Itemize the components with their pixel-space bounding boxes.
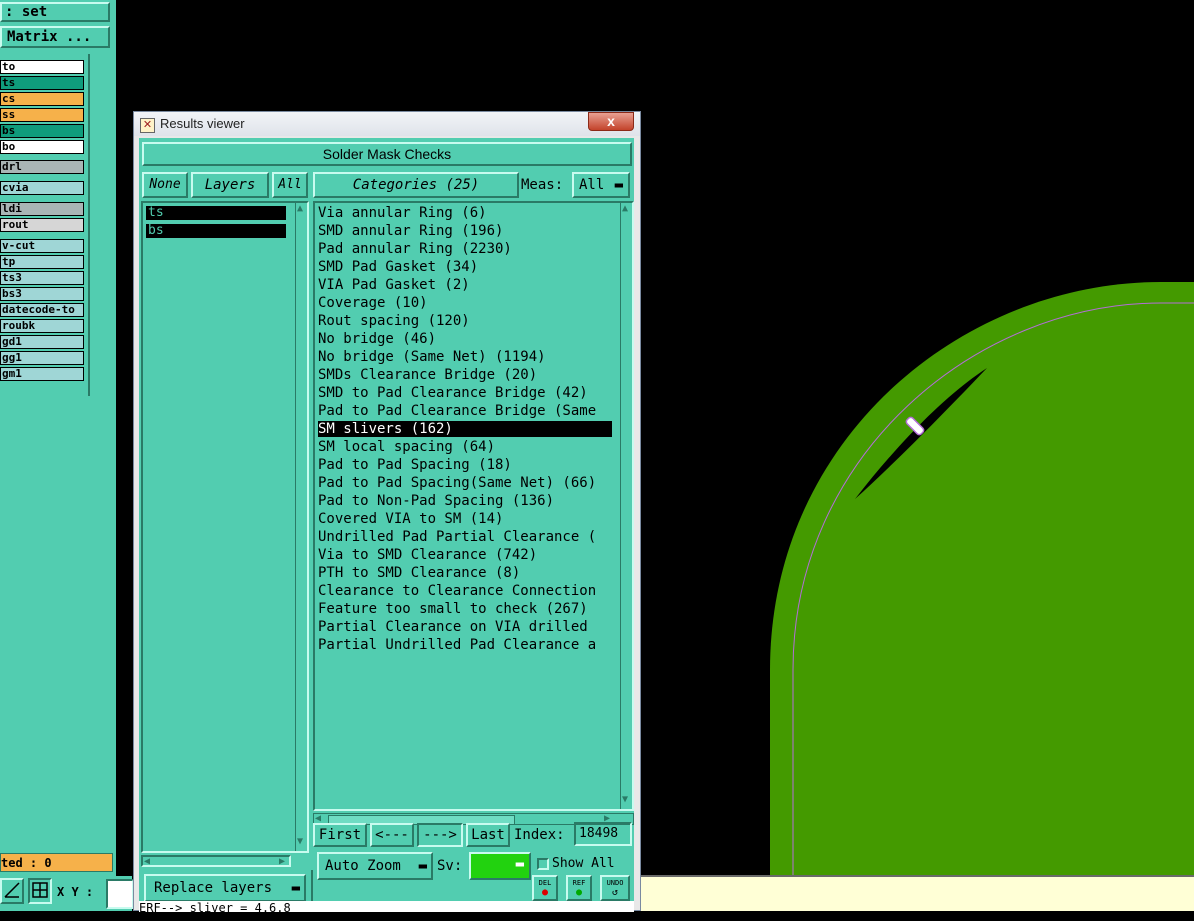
category-item[interactable]: Via annular Ring (6) <box>318 205 612 221</box>
category-item[interactable]: SM local spacing (64) <box>318 439 612 455</box>
layer-row[interactable]: cs <box>0 92 84 106</box>
layers-vscrollbar[interactable]: ▲ ▼ <box>295 203 307 851</box>
auto-zoom-dropdown[interactable]: Auto Zoom ▬ <box>317 852 433 880</box>
message-line: ERF--> sliver = 4.6.8 <box>139 901 634 912</box>
category-item[interactable]: Feature too small to check (267) <box>318 601 612 617</box>
all-button[interactable]: All <box>272 172 308 198</box>
layer-row[interactable]: roubk <box>0 319 84 333</box>
layer-list: to ts cs ss bs bo drl cvia ldi rout v-cut tp ts3 bs3 d… <box>0 54 90 396</box>
category-item[interactable]: No bridge (Same Net) (1194) <box>318 349 612 365</box>
category-item[interactable]: Via to SMD Clearance (742) <box>318 547 612 563</box>
category-item[interactable]: Pad to Pad Clearance Bridge (Same <box>318 403 612 419</box>
category-item[interactable]: Coverage (10) <box>318 295 612 311</box>
meas-value: All <box>579 177 605 193</box>
layers-hscrollbar[interactable]: ◀ ▶ <box>141 855 291 867</box>
dropdown-icon: ▬ <box>614 177 623 193</box>
category-item[interactable]: Partial Clearance on VIA drilled <box>318 619 612 635</box>
index-input[interactable]: 18498 <box>574 822 632 846</box>
replace-layers-dropdown[interactable]: Replace layers ▬ <box>144 874 306 902</box>
layer-row[interactable]: gd1 <box>0 335 84 349</box>
close-button[interactable]: x <box>588 112 634 131</box>
refresh-icon[interactable]: REF ● <box>566 875 592 901</box>
replace-layers-label: Replace layers <box>154 880 273 896</box>
board-canvas[interactable] <box>641 110 1194 875</box>
layer-row[interactable]: cvia <box>0 181 84 195</box>
categories-header-button[interactable]: Categories (25) <box>313 172 519 198</box>
dropdown-icon: ▬ <box>515 856 524 872</box>
category-item[interactable]: Pad to Pad Spacing(Same Net) (66) <box>318 475 612 491</box>
none-button[interactable]: None <box>142 172 188 198</box>
category-item[interactable]: Pad annular Ring (2230) <box>318 241 612 257</box>
last-button[interactable]: Last <box>466 823 510 847</box>
layers-listbox[interactable]: ts bs ▲ ▼ <box>141 201 309 853</box>
results-client-area: Solder Mask Checks None Layers All ts bs … <box>139 138 634 921</box>
layer-row[interactable]: to <box>0 60 84 74</box>
layer-row[interactable]: rout <box>0 218 84 232</box>
app-icon: ✕ <box>140 118 155 133</box>
category-item[interactable]: Undrilled Pad Partial Clearance ( <box>318 529 612 545</box>
window-title: Results viewer <box>160 116 245 131</box>
index-label: Index: <box>514 827 565 843</box>
selected-count: ted : 0 <box>0 853 113 872</box>
layer-row[interactable]: datecode-to <box>0 303 84 317</box>
layer-row[interactable]: gm1 <box>0 367 84 381</box>
category-item[interactable]: SMD to Pad Clearance Bridge (42) <box>318 385 612 401</box>
snap-grid-icon[interactable] <box>28 878 52 904</box>
layer-list-item[interactable]: ts <box>146 206 286 220</box>
layer-row[interactable]: ts3 <box>0 271 84 285</box>
canvas-status-bar <box>641 875 1194 911</box>
mode-label: : set <box>0 2 110 22</box>
xy-label: X Y : <box>57 885 94 899</box>
category-item[interactable]: SMD annular Ring (196) <box>318 223 612 239</box>
show-all-checkbox[interactable] <box>537 858 549 870</box>
layer-row[interactable]: drl <box>0 160 84 174</box>
layer-row[interactable]: bo <box>0 140 84 154</box>
layer-row[interactable]: v-cut <box>0 239 84 253</box>
measure-icon[interactable] <box>0 878 24 904</box>
layers-header-button[interactable]: Layers <box>191 172 269 198</box>
layer-row[interactable]: gg1 <box>0 351 84 365</box>
category-item[interactable]: Partial Undrilled Pad Clearance a <box>318 637 612 653</box>
show-all-label: Show All <box>552 856 615 871</box>
category-item[interactable]: PTH to SMD Clearance (8) <box>318 565 612 581</box>
category-item[interactable]: SMDs Clearance Bridge (20) <box>318 367 612 383</box>
sv-label: Sv: <box>437 858 463 874</box>
layer-row[interactable]: bs <box>0 124 84 138</box>
category-item[interactable]: VIA Pad Gasket (2) <box>318 277 612 293</box>
check-title: Solder Mask Checks <box>142 142 632 166</box>
sv-color-dropdown[interactable]: ▬ <box>469 852 531 880</box>
categories-listbox[interactable]: Via annular Ring (6) SMD annular Ring (19… <box>313 201 634 811</box>
auto-zoom-label: Auto Zoom <box>325 858 401 874</box>
categories-vscrollbar[interactable]: ▲ ▼ <box>620 203 632 809</box>
category-item[interactable]: No bridge (46) <box>318 331 612 347</box>
category-item[interactable]: SMD Pad Gasket (34) <box>318 259 612 275</box>
category-item[interactable]: Clearance to Clearance Connection <box>318 583 612 599</box>
layer-row[interactable]: tp <box>0 255 84 269</box>
category-item[interactable]: Pad to Pad Spacing (18) <box>318 457 612 473</box>
layer-row[interactable]: ldi <box>0 202 84 216</box>
layer-row[interactable]: bs3 <box>0 287 84 301</box>
next-button[interactable]: ---> <box>417 823 463 847</box>
undo-icon[interactable]: UNDO ↺ <box>600 875 630 901</box>
results-viewer-window: ✕ Results viewer x Solder Mask Checks No… <box>133 111 641 921</box>
layer-row[interactable]: ts <box>0 76 84 90</box>
category-item[interactable]: SM slivers (162) <box>318 421 612 437</box>
delete-icon[interactable]: DEL ● <box>532 875 558 901</box>
dropdown-icon: ▬ <box>418 858 427 874</box>
first-button[interactable]: First <box>313 823 367 847</box>
meas-label: Meas: <box>521 177 564 193</box>
meas-dropdown[interactable]: All ▬ <box>572 172 630 198</box>
dropdown-icon: ▬ <box>291 880 300 896</box>
category-item[interactable]: Rout spacing (120) <box>318 313 612 329</box>
xy-input[interactable] <box>106 879 134 909</box>
prev-button[interactable]: <--- <box>370 823 414 847</box>
layer-row[interactable]: ss <box>0 108 84 122</box>
category-item[interactable]: Covered VIA to SM (14) <box>318 511 612 527</box>
matrix-button[interactable]: Matrix ... <box>0 26 110 48</box>
layer-panel: : set Matrix ... to ts cs ss bs bo drl cvia ldi r… <box>0 0 116 911</box>
layer-list-item[interactable]: bs <box>146 224 286 238</box>
window-titlebar[interactable]: ✕ Results viewer x <box>134 112 640 136</box>
left-toolbar: X Y : <box>0 876 134 911</box>
category-item[interactable]: Pad to Non-Pad Spacing (136) <box>318 493 612 509</box>
